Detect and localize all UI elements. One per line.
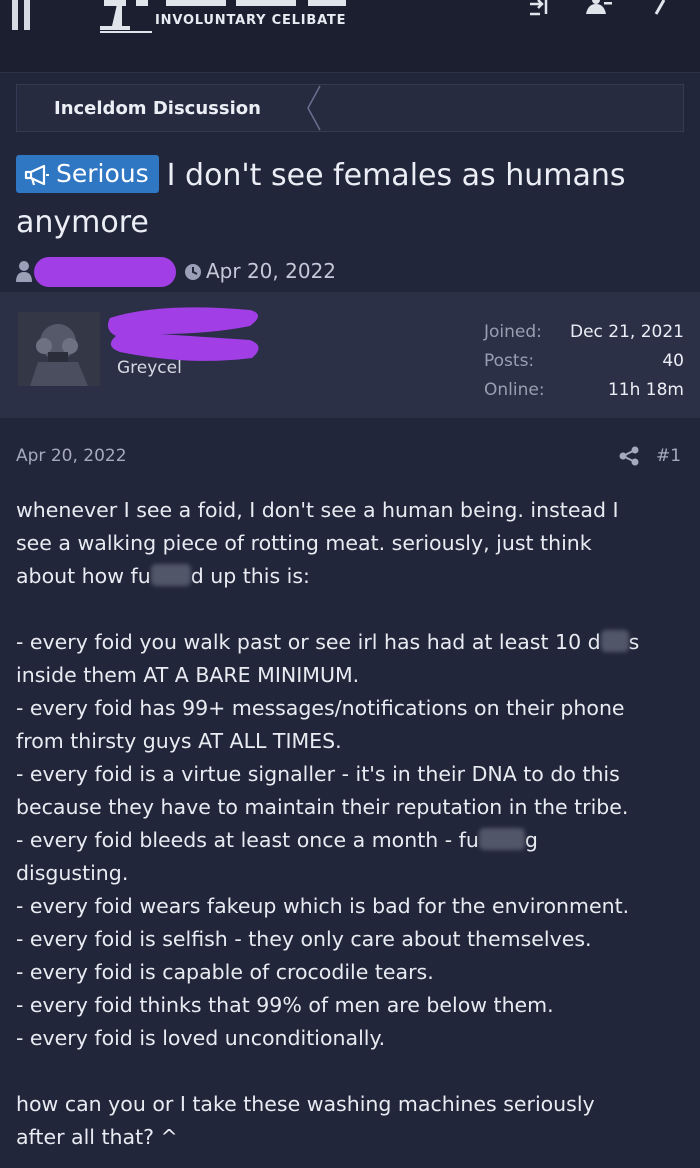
post-line: inside them AT A BARE MINIMUM.: [16, 663, 360, 687]
post-line: how can you or I take these washing mach…: [16, 1092, 595, 1116]
megaphone-icon: [24, 164, 49, 186]
stat-posts: Posts: 40: [484, 351, 684, 371]
post-body: whenever I see a foid, I don't see a hum…: [16, 494, 692, 1154]
censored-word: [150, 564, 191, 586]
post-line: - every foid thinks that 99% of men are …: [16, 993, 554, 1017]
logo-tagline: INVOLUNTARY CELIBATE: [155, 13, 347, 28]
post-line: from thirsty guys AT ALL TIMES.: [16, 729, 342, 753]
stat-joined: Joined: Dec 21, 2021: [484, 322, 684, 342]
redacted-author-name: [108, 307, 259, 361]
register-user-icon[interactable]: [584, 0, 612, 16]
post-line: disgusting.: [16, 861, 129, 885]
post-number-link[interactable]: #1: [656, 446, 681, 466]
menu-icon[interactable]: [12, 0, 42, 34]
censored-word: [478, 828, 525, 850]
post-line: about how fu d up this is:: [16, 564, 310, 588]
breadcrumb[interactable]: Inceldom Discussion: [16, 84, 684, 132]
post-line: - every foid wears fakeup which is bad f…: [16, 894, 630, 918]
post-date[interactable]: Apr 20, 2022: [16, 446, 127, 466]
thread-title: Serious I don't see females as humans any…: [16, 152, 686, 246]
post-line: after all that? ^: [16, 1125, 178, 1149]
share-icon[interactable]: [618, 446, 640, 466]
search-icon[interactable]: [652, 0, 666, 16]
login-icon[interactable]: [528, 0, 550, 16]
thread-start-date[interactable]: Apr 20, 2022: [206, 259, 336, 283]
user-rank-title: Greycel: [117, 358, 182, 378]
post-line: - every foid is selfish - they only care…: [16, 927, 592, 951]
redacted-username: [34, 257, 176, 287]
post-line: - every foid is a virtue signaller - it'…: [16, 762, 620, 786]
avatar[interactable]: [18, 312, 100, 386]
prefix-label: Serious: [56, 159, 149, 188]
chevron-left-icon: [307, 85, 321, 131]
author-stats: Joined: Dec 21, 2021 Posts: 40 Online: 1…: [484, 322, 684, 409]
clock-icon: [185, 264, 201, 280]
post-line: because they have to maintain their repu…: [16, 795, 629, 819]
post-line: - every foid is loved unconditionally.: [16, 1026, 386, 1050]
post-line: whenever I see a foid, I don't see a hum…: [16, 498, 619, 522]
post-line: - every foid is capable of crocodile tea…: [16, 960, 434, 984]
logo-mark-icon: [100, 0, 152, 33]
post-line: - every foid you walk past or see irl ha…: [16, 630, 640, 654]
site-header: INVOLUNTARY CELIBATE: [0, 0, 700, 73]
post-line: - every foid bleeds at least once a mont…: [16, 828, 538, 852]
breadcrumb-forum-link[interactable]: Inceldom Discussion: [54, 98, 261, 119]
censored-word: [600, 630, 629, 652]
user-icon: [16, 261, 32, 282]
stat-online: Online: 11h 18m: [484, 380, 684, 400]
post-line: - every foid has 99+ messages/notificati…: [16, 696, 625, 720]
post-line: see a walking piece of rotting meat. ser…: [16, 531, 592, 555]
serious-prefix-badge[interactable]: Serious: [16, 155, 159, 193]
post-author-bar: Greycel Joined: Dec 21, 2021 Posts: 40 O…: [0, 292, 700, 418]
